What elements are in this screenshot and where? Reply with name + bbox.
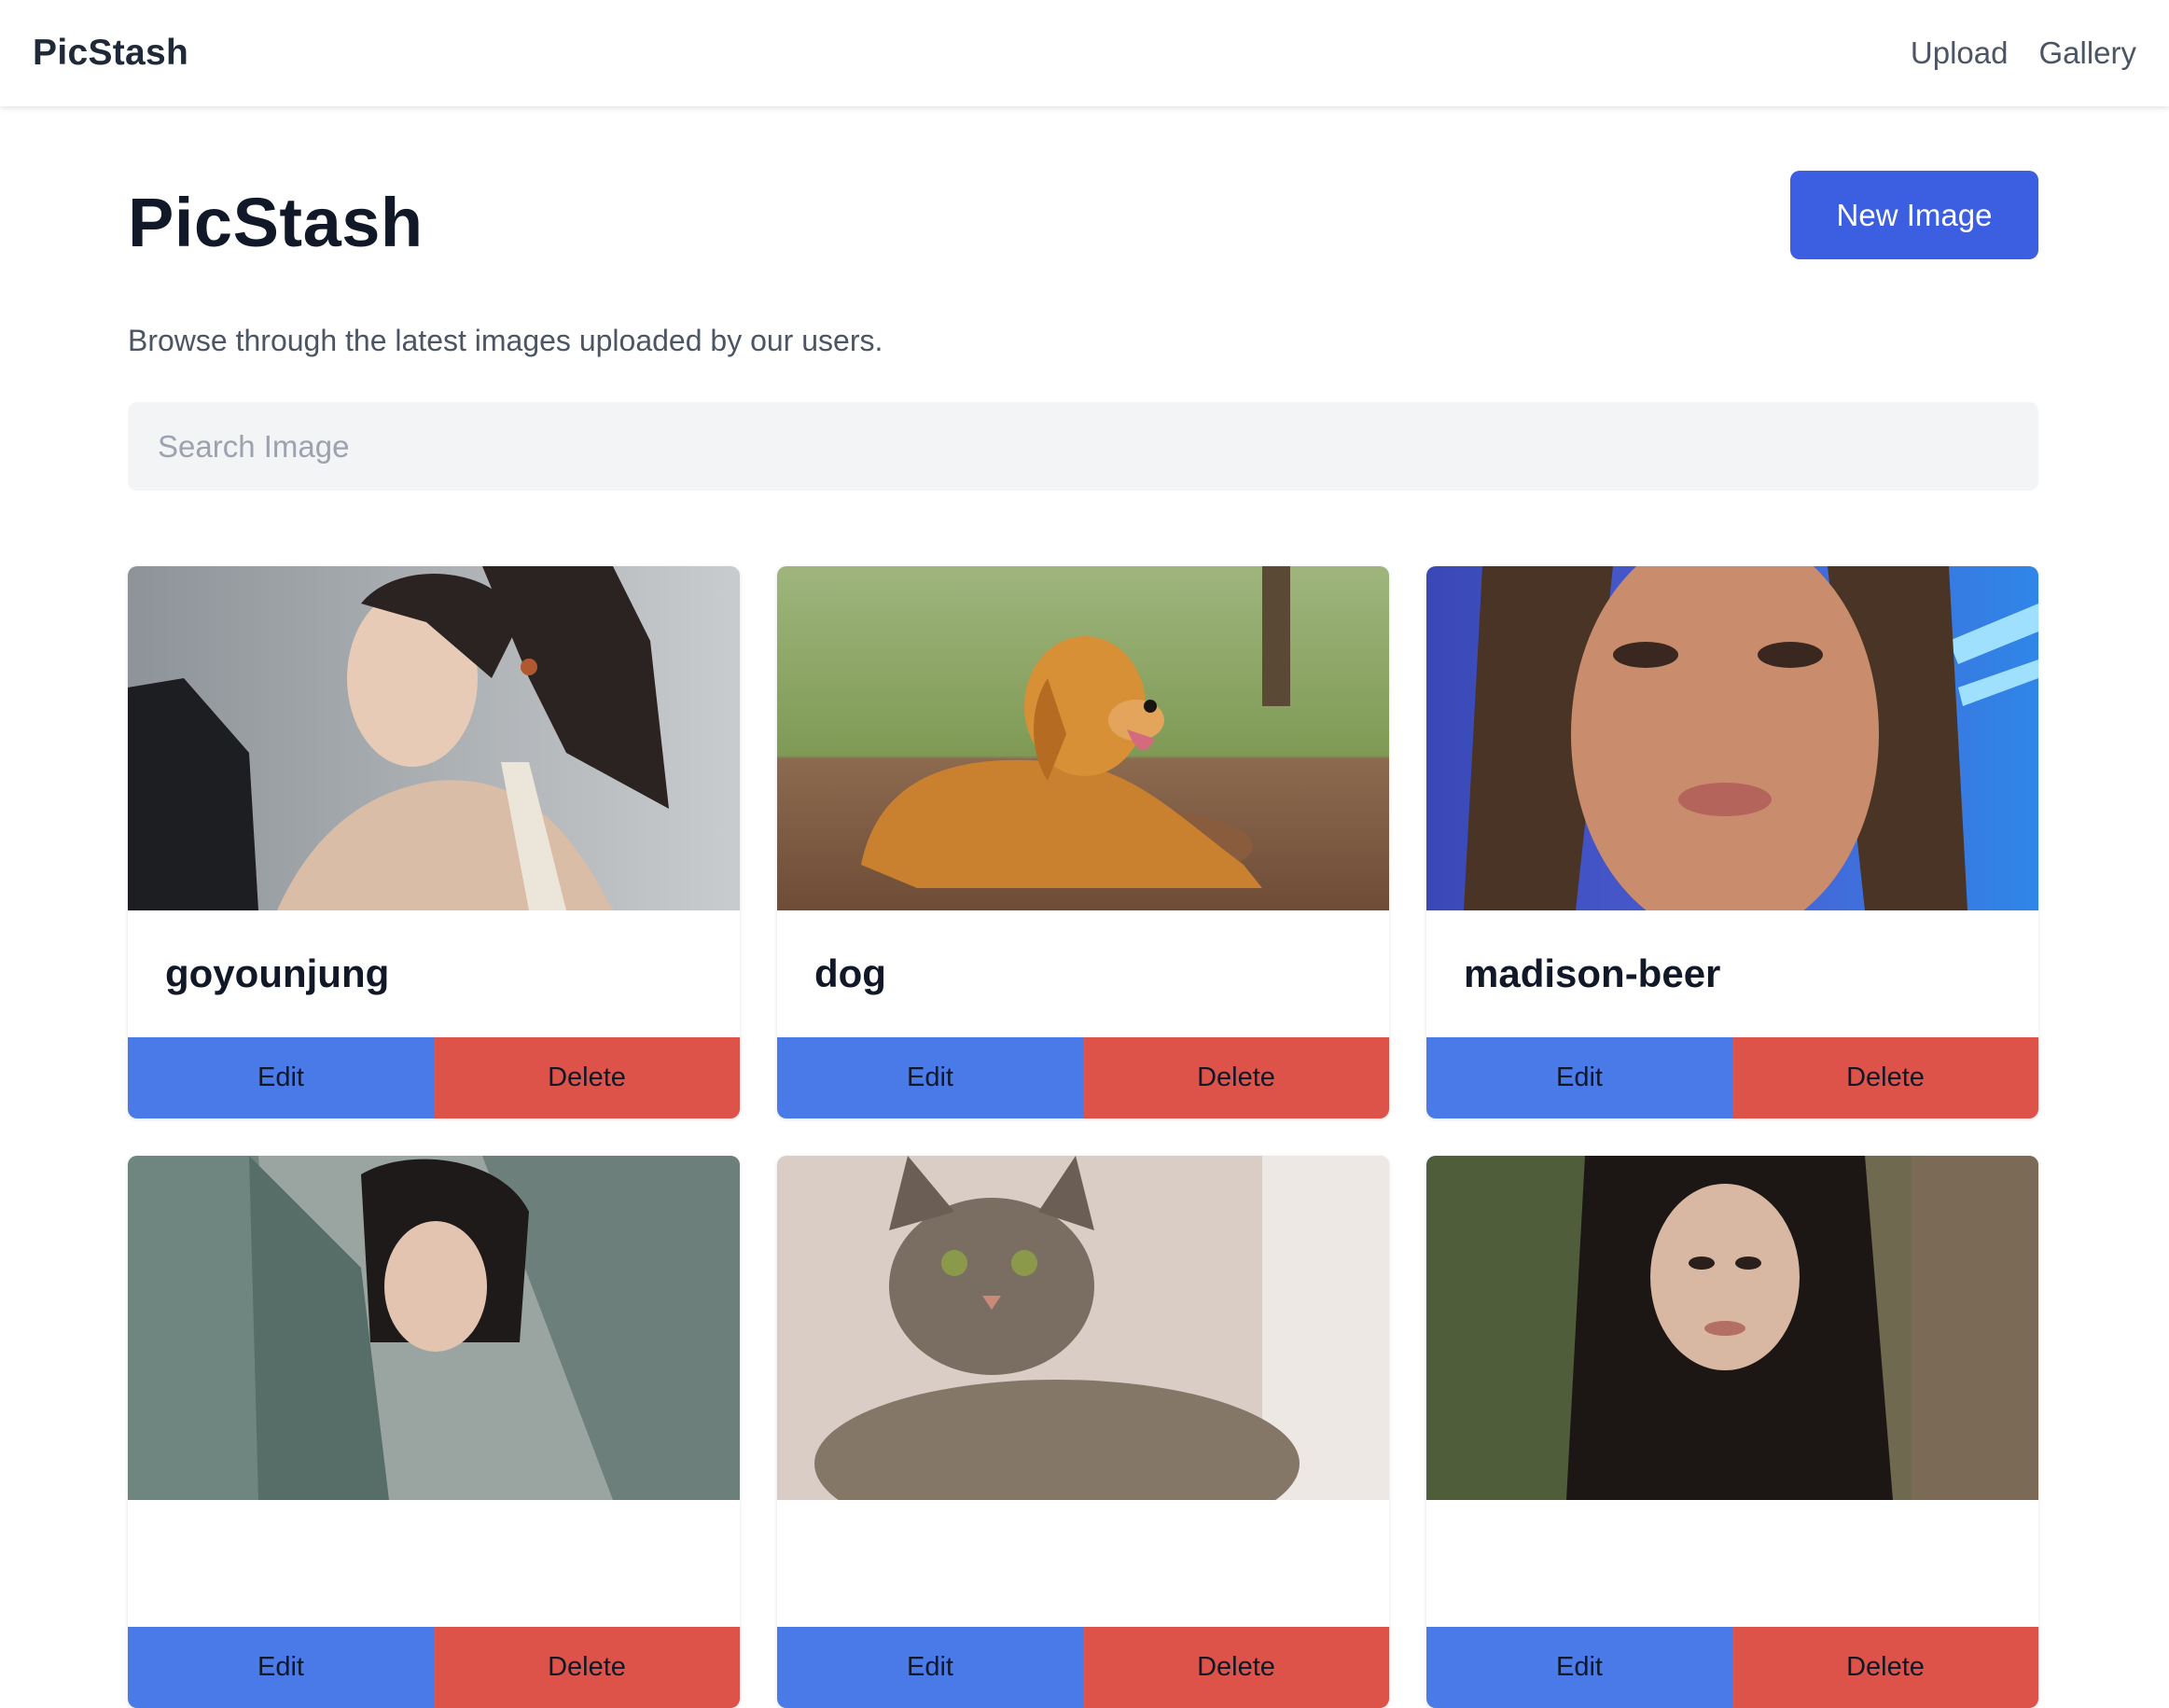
- card-actions: Edit Delete: [128, 1627, 740, 1708]
- main-content: PicStash New Image Browse through the la…: [128, 106, 2038, 491]
- image-grid: goyounjung Edit Delete dog Edit Delete m…: [128, 566, 2038, 1708]
- card-actions: Edit Delete: [1426, 1627, 2038, 1708]
- top-navbar: PicStash Upload Gallery: [0, 0, 2169, 106]
- card-body: madison-beer: [1426, 910, 2038, 1037]
- card-title: dog: [814, 951, 886, 995]
- card-body: dog: [777, 910, 1389, 1037]
- nav-link-gallery[interactable]: Gallery: [2038, 35, 2136, 71]
- card-actions: Edit Delete: [777, 1037, 1389, 1118]
- delete-button[interactable]: Delete: [1732, 1627, 2038, 1708]
- delete-button[interactable]: Delete: [1732, 1037, 2038, 1118]
- image-card: dog Edit Delete: [777, 566, 1389, 1118]
- edit-button[interactable]: Edit: [1426, 1627, 1732, 1708]
- page-header: PicStash New Image: [128, 106, 2038, 293]
- card-actions: Edit Delete: [777, 1627, 1389, 1708]
- card-title: goyounjung: [165, 951, 390, 995]
- image-card: Edit Delete: [777, 1156, 1389, 1708]
- card-body: goyounjung: [128, 910, 740, 1037]
- card-image[interactable]: [1426, 1156, 2038, 1500]
- delete-button[interactable]: Delete: [1083, 1037, 1389, 1118]
- nav-link-upload[interactable]: Upload: [1911, 35, 2009, 71]
- nav-links: Upload Gallery: [1911, 35, 2136, 71]
- card-actions: Edit Delete: [128, 1037, 740, 1118]
- brand-logo[interactable]: PicStash: [33, 33, 188, 74]
- edit-button[interactable]: Edit: [128, 1627, 434, 1708]
- card-image[interactable]: [777, 566, 1389, 910]
- image-card: Edit Delete: [1426, 1156, 2038, 1708]
- edit-button[interactable]: Edit: [777, 1627, 1083, 1708]
- edit-button[interactable]: Edit: [777, 1037, 1083, 1118]
- card-title: madison-beer: [1464, 951, 1721, 995]
- card-image[interactable]: [128, 1156, 740, 1500]
- image-card: Edit Delete: [128, 1156, 740, 1708]
- search-input[interactable]: [128, 402, 2038, 491]
- edit-button[interactable]: Edit: [1426, 1037, 1732, 1118]
- card-body: [777, 1500, 1389, 1627]
- delete-button[interactable]: Delete: [434, 1037, 740, 1118]
- card-image[interactable]: [777, 1156, 1389, 1500]
- card-body: [1426, 1500, 2038, 1627]
- card-actions: Edit Delete: [1426, 1037, 2038, 1118]
- card-body: [128, 1500, 740, 1627]
- image-card: madison-beer Edit Delete: [1426, 566, 2038, 1118]
- edit-button[interactable]: Edit: [128, 1037, 434, 1118]
- card-image[interactable]: [128, 566, 740, 910]
- delete-button[interactable]: Delete: [1083, 1627, 1389, 1708]
- page-title: PicStash: [128, 184, 424, 261]
- new-image-button[interactable]: New Image: [1790, 171, 2038, 259]
- delete-button[interactable]: Delete: [434, 1627, 740, 1708]
- image-card: goyounjung Edit Delete: [128, 566, 740, 1118]
- card-image[interactable]: [1426, 566, 2038, 910]
- page-subtitle: Browse through the latest images uploade…: [128, 324, 883, 357]
